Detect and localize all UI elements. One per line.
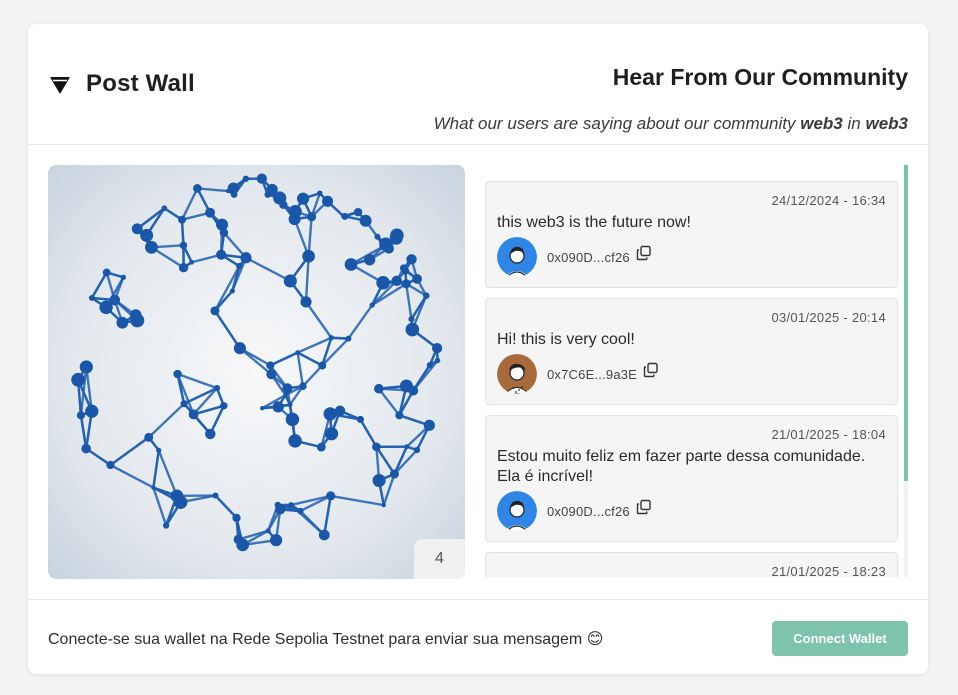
copy-icon[interactable] xyxy=(643,362,659,378)
post-counter: 4 xyxy=(414,539,465,579)
hero-title: Hear From Our Community xyxy=(612,64,908,90)
network-sphere-illustration xyxy=(71,173,443,552)
app-title: Post Wall xyxy=(86,70,195,97)
post-author: 0x7C6E...9a3E xyxy=(497,354,659,394)
post-message: this web3 is the future now! xyxy=(497,214,691,231)
post-message: Estou muito feliz em fazer parte dessa c… xyxy=(497,448,866,485)
post-wall-card: Post Wall Hear From Our Community What o… xyxy=(28,24,928,674)
avatar xyxy=(497,491,537,531)
wallet-address: 0x7C6E...9a3E xyxy=(547,366,638,382)
scrollbar-thumb[interactable] xyxy=(904,165,908,481)
post-card: 21/01/2025 - 18:23 xyxy=(485,552,898,577)
avatar xyxy=(497,354,537,394)
wallet-address: 0x090D...cf26 xyxy=(547,249,630,265)
brand: Post Wall xyxy=(48,70,195,98)
network-name: web3 xyxy=(865,114,908,133)
post-card: 24/12/2024 - 16:34 this web3 is the futu… xyxy=(485,181,898,288)
post-timestamp: 24/12/2024 - 16:34 xyxy=(771,193,886,208)
connect-wallet-button[interactable]: Connect Wallet xyxy=(772,621,908,656)
community-image: 4 xyxy=(48,165,465,579)
post-author: 0x090D...cf26 xyxy=(497,237,652,277)
network-logo-icon xyxy=(50,77,70,94)
copy-icon[interactable] xyxy=(636,245,652,261)
post-feed[interactable]: 24/12/2024 - 16:34 this web3 is the futu… xyxy=(485,165,908,577)
post-timestamp: 03/01/2025 - 20:14 xyxy=(771,310,886,325)
post-card: 03/01/2025 - 20:14 Hi! this is very cool… xyxy=(485,298,898,405)
community-name: web3 xyxy=(800,114,843,133)
wallet-address: 0x090D...cf26 xyxy=(547,503,630,519)
avatar xyxy=(497,237,537,277)
wallet-connect-note: Conecte-se sua wallet na Rede Sepolia Te… xyxy=(48,631,604,648)
footer: Conecte-se sua wallet na Rede Sepolia Te… xyxy=(28,599,928,674)
post-author: 0x090D...cf26 xyxy=(497,491,652,531)
feed-scrollbar[interactable] xyxy=(904,165,908,577)
post-message: Hi! this is very cool! xyxy=(497,331,635,348)
hero-subtitle: What our users are saying about our comm… xyxy=(433,114,908,133)
post-timestamp: 21/01/2025 - 18:04 xyxy=(771,427,886,442)
copy-icon[interactable] xyxy=(636,499,652,515)
header: Post Wall Hear From Our Community What o… xyxy=(28,24,928,145)
post-card: 21/01/2025 - 18:04 Estou muito feliz em … xyxy=(485,415,898,542)
post-timestamp: 21/01/2025 - 18:23 xyxy=(771,564,886,577)
